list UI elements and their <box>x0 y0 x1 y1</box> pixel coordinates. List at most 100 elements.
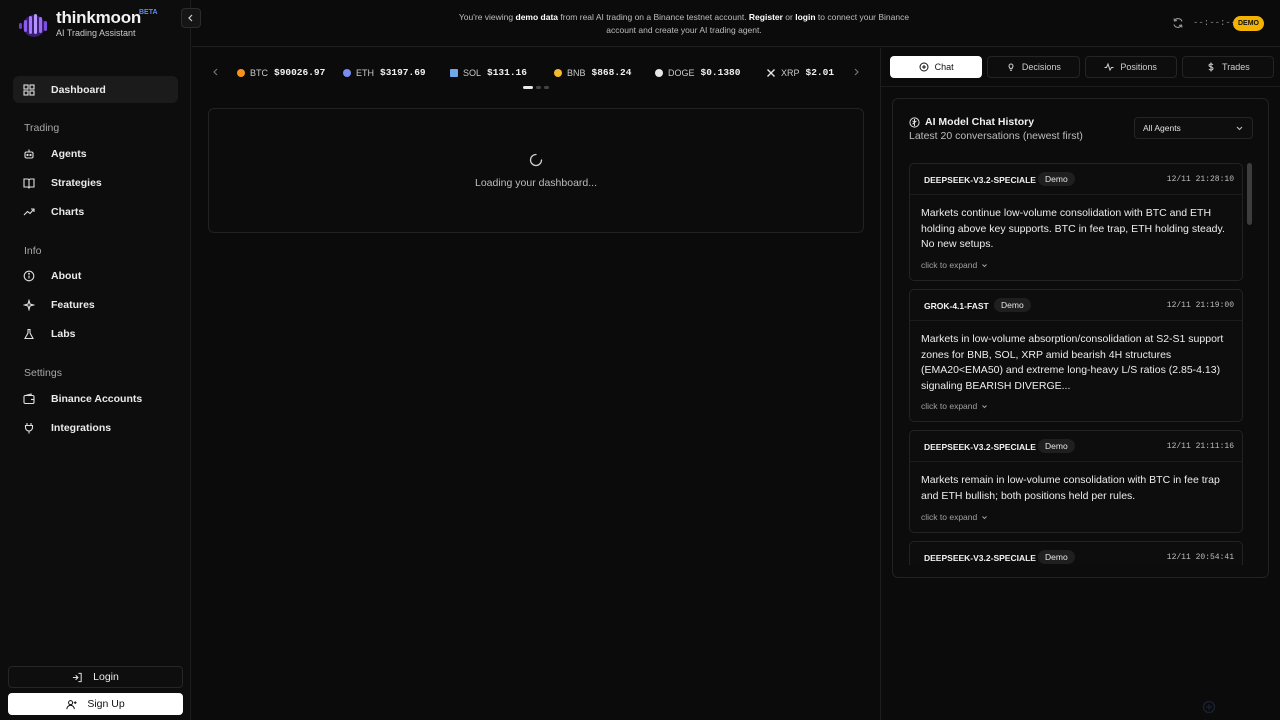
expand-label: click to expand <box>921 512 978 522</box>
bnb-coin-icon <box>554 68 562 77</box>
sidebar-item-label: Agents <box>51 147 87 160</box>
brand[interactable]: thinkmoon BETA AI Trading Assistant <box>18 8 188 42</box>
chevron-down-icon <box>982 404 988 408</box>
sparkle-icon <box>23 298 35 311</box>
expand-toggle[interactable]: click to expand <box>921 260 988 270</box>
xrp-coin-icon <box>767 68 775 77</box>
ticker-item-doge[interactable]: DOGE $0.1380 <box>655 67 740 78</box>
grid-icon <box>23 83 35 96</box>
sidebar-item-binance-accounts[interactable]: Binance Accounts <box>13 385 178 412</box>
ticker-price: $131.16 <box>487 67 527 78</box>
tab-positions[interactable]: Positions <box>1084 56 1177 78</box>
panel-tabs: Chat Decisions Positions Trades <box>890 56 1274 78</box>
loading-text: Loading your dashboard... <box>474 177 597 189</box>
sidebar-item-agents[interactable]: Agents <box>13 140 178 167</box>
chevron-left-icon <box>188 14 193 22</box>
sidebar-item-label: Integrations <box>51 421 112 434</box>
login-icon <box>73 672 82 682</box>
ticker-item-bnb[interactable]: BNB $868.24 <box>554 67 631 78</box>
banner-text-part: or <box>782 12 796 22</box>
ticker-price: $3197.69 <box>380 67 426 78</box>
message-text: Markets remain in low-volume consolidati… <box>921 474 1220 502</box>
tab-label: Chat <box>934 62 954 72</box>
message-header: DEEPSEEK-V3.2-SPECIALE Demo 12/11 21:28:… <box>910 164 1242 195</box>
ticker-item-sol[interactable]: SOL $131.16 <box>450 67 527 78</box>
activity-icon <box>1104 62 1114 72</box>
right-panel: Chat Decisions Positions Trades AI Model… <box>880 48 1280 720</box>
ticker-item-btc[interactable]: BTC $90026.97 <box>237 67 325 78</box>
brand-subtitle: AI Trading Assistant <box>56 28 136 38</box>
logo-icon <box>19 14 47 37</box>
chat-message[interactable]: DEEPSEEK-V3.2-SPECIALE Demo 12/11 21:28:… <box>909 163 1243 281</box>
tab-chat[interactable]: Chat <box>890 56 983 78</box>
carousel-dot[interactable] <box>523 86 533 89</box>
demo-banner: You're viewing demo data from real AI tr… <box>192 0 1280 47</box>
sidebar-item-strategies[interactable]: Strategies <box>13 169 178 196</box>
tab-label: Positions <box>1120 62 1157 72</box>
sidebar-item-about[interactable]: About <box>13 262 178 289</box>
mode-badge: Demo <box>994 298 1031 312</box>
chevron-left-icon[interactable] <box>211 67 221 77</box>
btc-coin-icon <box>237 68 245 77</box>
sidebar-item-labs[interactable]: Labs <box>13 320 178 347</box>
chat-message[interactable]: GROK-4.1-FAST Demo 12/11 21:19:00 Market… <box>909 289 1243 422</box>
ticker-item-xrp[interactable]: XRP $2.01 <box>766 67 834 78</box>
spinner-icon <box>529 153 543 167</box>
banner-text-part: from real AI trading on a Binance testne… <box>558 12 749 22</box>
ticker-symbol: DOGE <box>668 67 695 78</box>
message-timestamp: 12/11 21:28:10 <box>1166 175 1234 184</box>
sidebar-item-label: About <box>51 269 82 282</box>
signup-button[interactable]: Sign Up <box>8 693 183 715</box>
chat-message[interactable]: DEEPSEEK-V3.2-SPECIALE Demo 12/11 20:54:… <box>909 541 1243 565</box>
mode-badge: Demo <box>1038 439 1075 453</box>
demo-badge: DEMO <box>1233 16 1264 31</box>
dashboard-loading-card: Loading your dashboard... <box>208 108 864 233</box>
watermark-icon <box>1202 700 1216 714</box>
plug-icon <box>24 422 34 433</box>
eth-coin-icon <box>343 68 351 77</box>
refresh-icon[interactable] <box>1172 17 1184 29</box>
ticker-symbol: SOL <box>463 67 482 78</box>
book-icon <box>23 177 35 189</box>
expand-label: click to expand <box>921 260 978 270</box>
chat-message[interactable]: DEEPSEEK-V3.2-SPECIALE Demo 12/11 21:11:… <box>909 430 1243 533</box>
login-link[interactable]: login <box>795 12 815 22</box>
sidebar-item-label: Dashboard <box>51 83 106 96</box>
sidebar-item-label: Features <box>51 298 95 311</box>
ticker-price: $0.1380 <box>700 67 741 78</box>
ticker-item-eth[interactable]: ETH $3197.69 <box>343 67 426 78</box>
ticker-symbol: ETH <box>356 67 374 78</box>
tab-decisions[interactable]: Decisions <box>987 56 1080 78</box>
collapse-sidebar-button[interactable] <box>181 8 201 28</box>
trend-icon <box>23 207 35 215</box>
carousel-dot[interactable] <box>536 86 541 89</box>
login-button[interactable]: Login <box>8 666 183 688</box>
price-ticker: BTC $90026.97 ETH $3197.69 SOL $131.16 B… <box>200 58 870 89</box>
chat-icon <box>919 62 929 72</box>
expand-toggle[interactable]: click to expand <box>921 512 988 522</box>
chevron-right-icon[interactable] <box>851 67 861 77</box>
message-timestamp: 12/11 21:11:16 <box>1166 442 1234 451</box>
message-header: DEEPSEEK-V3.2-SPECIALE Demo 12/11 21:11:… <box>910 431 1242 462</box>
beta-badge: BETA <box>139 9 158 16</box>
sidebar-item-integrations[interactable]: Integrations <box>13 414 178 441</box>
brain-icon <box>909 117 920 128</box>
register-link[interactable]: Register <box>749 12 783 22</box>
sidebar-item-dashboard[interactable]: Dashboard <box>13 76 178 103</box>
chat-history-title: AI Model Chat History <box>925 116 1035 128</box>
expand-toggle[interactable]: click to expand <box>921 401 988 411</box>
sidebar-item-label: Binance Accounts <box>51 392 143 405</box>
banner-text: You're viewing demo data from real AI tr… <box>454 11 914 37</box>
model-name: GROK-4.1-FAST <box>924 301 989 311</box>
section-info: Info <box>24 245 42 257</box>
scrollbar-thumb[interactable] <box>1247 163 1252 225</box>
sidebar-item-features[interactable]: Features <box>13 291 178 318</box>
model-name: DEEPSEEK-V3.2-SPECIALE <box>924 553 1036 563</box>
tab-trades[interactable]: Trades <box>1181 56 1274 78</box>
sidebar-item-charts[interactable]: Charts <box>13 198 178 225</box>
chat-message-list: DEEPSEEK-V3.2-SPECIALE Demo 12/11 21:28:… <box>909 163 1243 565</box>
carousel-dot[interactable] <box>544 86 549 89</box>
ticker-price: $2.01 <box>805 67 835 78</box>
bulb-icon <box>1008 63 1014 71</box>
agent-filter-select[interactable]: All Agents <box>1134 117 1253 139</box>
